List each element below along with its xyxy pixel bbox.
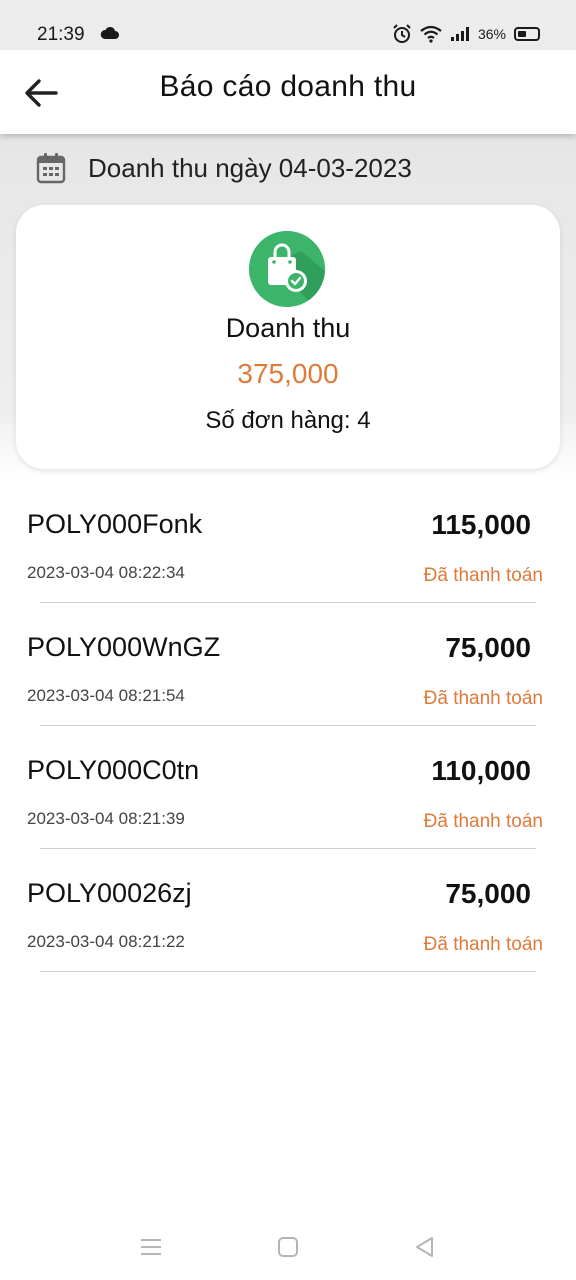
list-item[interactable]: POLY00026zj 75,000 2023-03-04 08:21:22 Đ… <box>0 856 576 979</box>
shopping-bag-check-icon <box>249 231 325 307</box>
order-time: 2023-03-04 08:21:39 <box>27 809 185 828</box>
cloud-icon <box>100 26 119 39</box>
order-status: Đã thanh toán <box>423 934 543 955</box>
menu-icon[interactable] <box>138 1234 164 1260</box>
order-total: 75,000 <box>445 632 531 663</box>
order-total: 115,000 <box>431 509 531 540</box>
date-label: Doanh thu ngày 04-03-2023 <box>88 152 412 183</box>
order-time: 2023-03-04 08:21:54 <box>27 686 185 705</box>
order-list: POLY000Fonk 115,000 2023-03-04 08:22:34 … <box>0 487 576 979</box>
order-code: POLY00026zj <box>27 878 192 908</box>
alarm-icon <box>393 24 411 43</box>
divider <box>40 725 536 726</box>
date-row[interactable]: Doanh thu ngày 04-03-2023 <box>36 152 412 184</box>
system-nav-bar <box>0 1220 576 1280</box>
calendar-icon <box>36 153 66 184</box>
order-total: 110,000 <box>431 755 531 786</box>
order-code: POLY000Fonk <box>27 509 203 539</box>
battery-icon <box>514 27 540 41</box>
order-time: 2023-03-04 08:22:34 <box>27 563 185 582</box>
order-status: Đã thanh toán <box>423 688 543 709</box>
list-item[interactable]: POLY000C0tn 110,000 2023-03-04 08:21:39 … <box>0 733 576 856</box>
divider <box>40 848 536 849</box>
order-time: 2023-03-04 08:21:22 <box>27 932 185 951</box>
signal-icon <box>450 27 469 41</box>
order-code: POLY000WnGZ <box>27 632 221 662</box>
back-triangle-icon[interactable] <box>412 1234 438 1260</box>
order-code: POLY000C0tn <box>27 755 200 785</box>
divider <box>40 602 536 603</box>
list-item[interactable]: POLY000Fonk 115,000 2023-03-04 08:22:34 … <box>0 487 576 610</box>
order-status: Đã thanh toán <box>423 565 543 586</box>
page-title: Báo cáo doanh thu <box>159 70 417 103</box>
list-item[interactable]: POLY000WnGZ 75,000 2023-03-04 08:21:54 Đ… <box>0 610 576 733</box>
order-total: 75,000 <box>445 878 531 909</box>
order-status: Đã thanh toán <box>423 811 543 832</box>
revenue-label: Doanh thu <box>225 313 351 343</box>
home-square-icon[interactable] <box>275 1234 301 1260</box>
revenue-summary-card: Doanh thu 375,000 Số đơn hàng: 4 <box>16 205 560 469</box>
revenue-amount: 375,000 <box>237 358 339 389</box>
battery-percent: 36% <box>477 26 506 42</box>
wifi-icon <box>420 25 442 43</box>
app-bar: Báo cáo doanh thu <box>0 50 576 134</box>
status-time: 21:39 <box>37 24 85 45</box>
order-count: Số đơn hàng: 4 <box>205 407 371 434</box>
divider <box>40 971 536 972</box>
